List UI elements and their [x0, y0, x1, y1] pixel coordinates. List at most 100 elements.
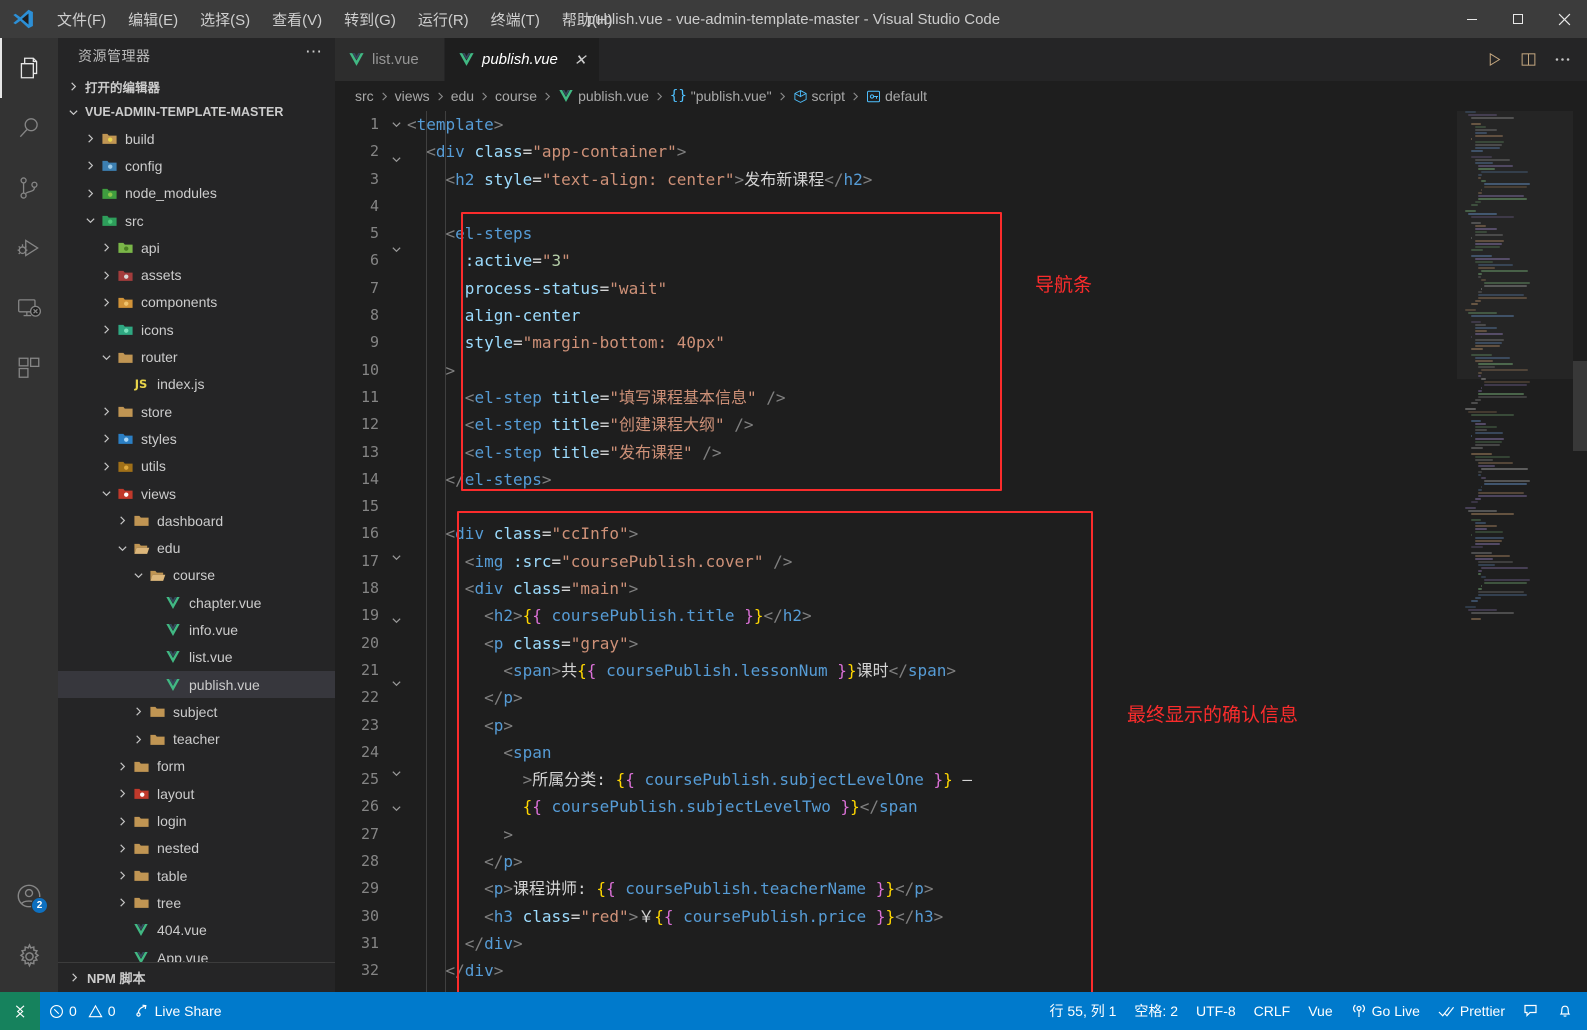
tree-item-404-vue[interactable]: 404.vue — [58, 917, 335, 944]
bell-icon[interactable] — [1548, 992, 1587, 1030]
remote-explorer-icon[interactable] — [0, 278, 58, 338]
fold-chevron-icon[interactable] — [385, 768, 407, 795]
extensions-icon[interactable] — [0, 338, 58, 398]
remote-indicator-icon[interactable] — [0, 992, 40, 1030]
code-line[interactable]: </el-steps> — [407, 466, 1587, 493]
breadcrumb-item-src[interactable]: src — [355, 88, 374, 104]
workspace-root[interactable]: VUE-ADMIN-TEMPLATE-MASTER — [58, 99, 335, 125]
code-line[interactable]: <el-step title="创建课程大纲" /> — [407, 411, 1587, 438]
maximize-button[interactable] — [1495, 0, 1541, 38]
code-line[interactable]: <el-step title="填写课程基本信息" /> — [407, 384, 1587, 411]
tree-item-index-js[interactable]: JS index.js — [58, 371, 335, 398]
fold-chevron-icon[interactable] — [385, 615, 407, 642]
close-button[interactable] — [1541, 0, 1587, 38]
fold-chevron-icon[interactable] — [385, 552, 407, 579]
tree-item-dashboard[interactable]: dashboard — [58, 507, 335, 534]
code-line[interactable]: <el-step title="发布课程" /> — [407, 439, 1587, 466]
breadcrumb-item-course[interactable]: course — [495, 88, 537, 104]
tree-item-publish-vue[interactable]: publish.vue — [58, 670, 335, 699]
code-line[interactable]: > — [407, 357, 1587, 384]
code-editor[interactable]: 1 2 3 4 5 6 7 8 9 10 11 12 13 14 15 16 17 18 19 20 21 22 23 24 2… — [335, 111, 1587, 992]
tree-item-list-vue[interactable]: list.vue — [58, 644, 335, 671]
npm-scripts-section[interactable]: NPM 脚本 — [58, 962, 335, 992]
eol-setting[interactable]: CRLF — [1245, 992, 1300, 1030]
tree-item-node-modules[interactable]: node_modules — [58, 180, 335, 207]
breadcrumb-item-default[interactable]: default — [866, 88, 927, 104]
code-line[interactable]: </p> — [407, 848, 1587, 875]
code-line[interactable]: > — [407, 821, 1587, 848]
code-line[interactable]: <div class="main"> — [407, 575, 1587, 602]
code-line[interactable] — [407, 493, 1587, 520]
code-line[interactable]: <el-steps — [407, 220, 1587, 247]
breadcrumb-item-publishvue[interactable]: publish.vue — [558, 88, 649, 104]
code-lines[interactable]: <template> <div class="app-container"> <… — [407, 111, 1587, 992]
problems-indicator[interactable]: 0 0 — [40, 992, 125, 1030]
prettier-status[interactable]: Prettier — [1429, 992, 1514, 1030]
tree-item-tree[interactable]: tree — [58, 889, 335, 916]
explorer-icon[interactable] — [0, 38, 58, 98]
code-line[interactable]: {{ coursePublish.subjectLevelTwo }}</spa… — [407, 793, 1587, 820]
code-line[interactable]: <span — [407, 739, 1587, 766]
code-line[interactable]: <img :src="coursePublish.cover" /> — [407, 548, 1587, 575]
code-line[interactable]: :active="3" — [407, 247, 1587, 274]
gear-icon[interactable] — [0, 926, 58, 986]
breadcrumb-item-publishvue[interactable]: {} "publish.vue" — [670, 88, 772, 104]
tree-item-store[interactable]: store — [58, 398, 335, 425]
more-actions-icon[interactable] — [1545, 38, 1579, 81]
tree-item-utils[interactable]: utils — [58, 453, 335, 480]
tree-item-components[interactable]: components — [58, 289, 335, 316]
code-line[interactable]: <p> — [407, 712, 1587, 739]
tab-publish-vue[interactable]: publish.vue ✕ — [445, 38, 601, 81]
tree-item-form[interactable]: form — [58, 753, 335, 780]
run-code-icon[interactable] — [1477, 38, 1511, 81]
tree-item-info-vue[interactable]: info.vue — [58, 616, 335, 643]
open-editors-section[interactable]: 打开的编辑器 — [58, 73, 335, 99]
code-line[interactable]: <div class="ccInfo"> — [407, 520, 1587, 547]
code-line[interactable] — [407, 193, 1587, 220]
source-control-icon[interactable] — [0, 158, 58, 218]
indentation-setting[interactable]: 空格: 2 — [1125, 992, 1187, 1030]
tree-item-router[interactable]: router — [58, 343, 335, 370]
fold-chevron-icon[interactable] — [385, 244, 407, 271]
tree-item-build[interactable]: build — [58, 125, 335, 152]
scrollbar-thumb[interactable] — [1573, 361, 1587, 451]
tree-item-styles[interactable]: styles — [58, 425, 335, 452]
menu-edit[interactable]: 编辑(E) — [117, 6, 189, 33]
run-debug-icon[interactable] — [0, 218, 58, 278]
code-line[interactable]: process-status="wait" — [407, 275, 1587, 302]
split-editor-icon[interactable] — [1511, 38, 1545, 81]
code-line[interactable]: >所属分类: {{ coursePublish.subjectLevelOne … — [407, 766, 1587, 793]
tree-item-table[interactable]: table — [58, 862, 335, 889]
sidebar-more-actions-icon[interactable]: ⋯ — [305, 42, 323, 69]
code-line[interactable]: </div> — [407, 930, 1587, 957]
tree-item-layout[interactable]: layout — [58, 780, 335, 807]
vertical-scrollbar[interactable] — [1573, 111, 1587, 992]
code-line[interactable]: style="margin-bottom: 40px" — [407, 329, 1587, 356]
tree-item-login[interactable]: login — [58, 807, 335, 834]
menu-terminal[interactable]: 终端(T) — [480, 6, 551, 33]
tree-item-config[interactable]: config — [58, 152, 335, 179]
tree-item-chapter-vue[interactable]: chapter.vue — [58, 589, 335, 616]
language-mode[interactable]: Vue — [1299, 992, 1341, 1030]
tree-item-nested[interactable]: nested — [58, 835, 335, 862]
tree-item-assets[interactable]: assets — [58, 261, 335, 288]
breadcrumb-item-script[interactable]: script — [793, 88, 845, 104]
fold-chevron-icon[interactable] — [385, 678, 407, 705]
code-line[interactable]: </p> — [407, 684, 1587, 711]
menu-file[interactable]: 文件(F) — [46, 6, 117, 33]
code-line[interactable]: <div class="app-container"> — [407, 138, 1587, 165]
code-line[interactable]: <p>课程讲师: {{ coursePublish.teacherName }}… — [407, 875, 1587, 902]
tab-list-vue[interactable]: list.vue — [335, 38, 445, 81]
account-icon[interactable]: 2 — [0, 866, 58, 926]
tree-item-app-vue[interactable]: App.vue — [58, 944, 335, 962]
minimap[interactable] — [1457, 111, 1573, 992]
live-share-button[interactable]: Live Share — [125, 992, 231, 1030]
tree-item-api[interactable]: api — [58, 234, 335, 261]
fold-chevron-icon[interactable] — [385, 803, 407, 830]
code-line[interactable] — [407, 985, 1587, 993]
tree-item-edu[interactable]: edu — [58, 534, 335, 561]
code-line[interactable]: <span>共{{ coursePublish.lessonNum }}课时</… — [407, 657, 1587, 684]
code-line[interactable]: <template> — [407, 111, 1587, 138]
fold-gutter[interactable] — [385, 111, 407, 992]
menu-run[interactable]: 运行(R) — [407, 6, 480, 33]
